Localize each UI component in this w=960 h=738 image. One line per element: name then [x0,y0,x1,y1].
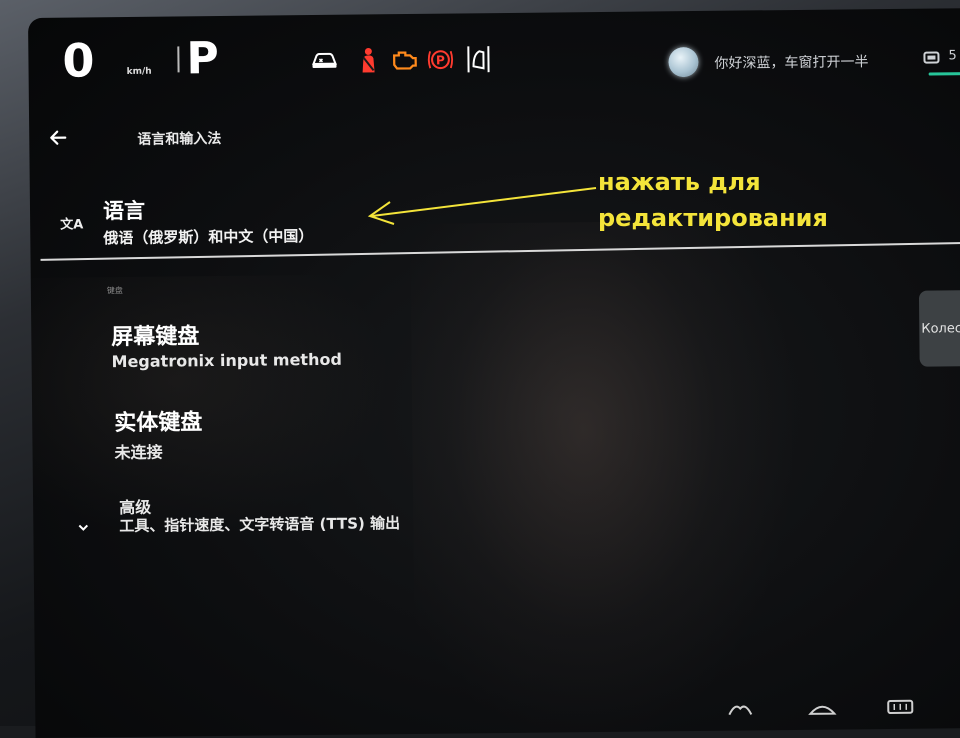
status-indicator-bar [928,72,960,76]
door-open-icon [464,45,492,73]
screen-keyboard-title: 屏幕键盘 [111,324,200,351]
gear-indicator: P [186,33,219,85]
dock-wiper-icon[interactable] [807,700,843,718]
language-value: 俄语（俄罗斯）和中文（中国） [103,227,314,248]
gear-separator [177,46,180,73]
annotation-line-2: редактирования [598,204,828,232]
dock-seat-icon[interactable] [725,700,761,718]
user-avatar[interactable] [668,46,699,78]
status-right-value: 5 [948,48,957,64]
keyboard-section-label: 键盘 [106,286,123,296]
advanced-subtitle: 工具、指针速度、文字转语音 (TTS) 输出 [119,514,401,536]
car-warning-icon [310,47,338,75]
physical-keyboard-subtitle: 未连接 [114,442,163,463]
dock-defrost-icon[interactable] [885,699,921,717]
annotation-line-1: нажать для [598,168,761,196]
speed-unit: km/h [126,66,152,77]
annotation-arrow [367,187,597,225]
glare-reflection [30,274,394,538]
speed-value: 0 [62,33,95,88]
annotation-text: нажать для редактирования [598,164,828,236]
voice-greeting: 你好深蓝，车窗打开一半 [714,54,869,72]
head-unit-screen: 0 km/h P P 你好深蓝，车窗打开一半 5 语言和输入法 文A 语言 俄语… [28,7,960,738]
physical-keyboard-title: 实体键盘 [114,410,203,437]
screen-keyboard-subtitle: Megatronix input method [111,349,342,372]
signal-icon [923,51,940,64]
status-right-cluster: 5 [922,48,960,72]
chevron-down-icon [77,517,89,531]
page-title: 语言和输入法 [137,130,222,148]
back-arrow-icon[interactable] [49,130,69,150]
hand-reflection [410,220,796,738]
translate-icon: 文A [60,217,84,233]
svg-text:P: P [436,53,445,67]
side-panel-button[interactable]: Колеса [918,289,960,367]
seatbelt-icon [354,46,382,74]
parking-brake-icon: P [426,46,454,74]
language-title: 语言 [102,198,146,224]
engine-check-icon [390,46,418,74]
